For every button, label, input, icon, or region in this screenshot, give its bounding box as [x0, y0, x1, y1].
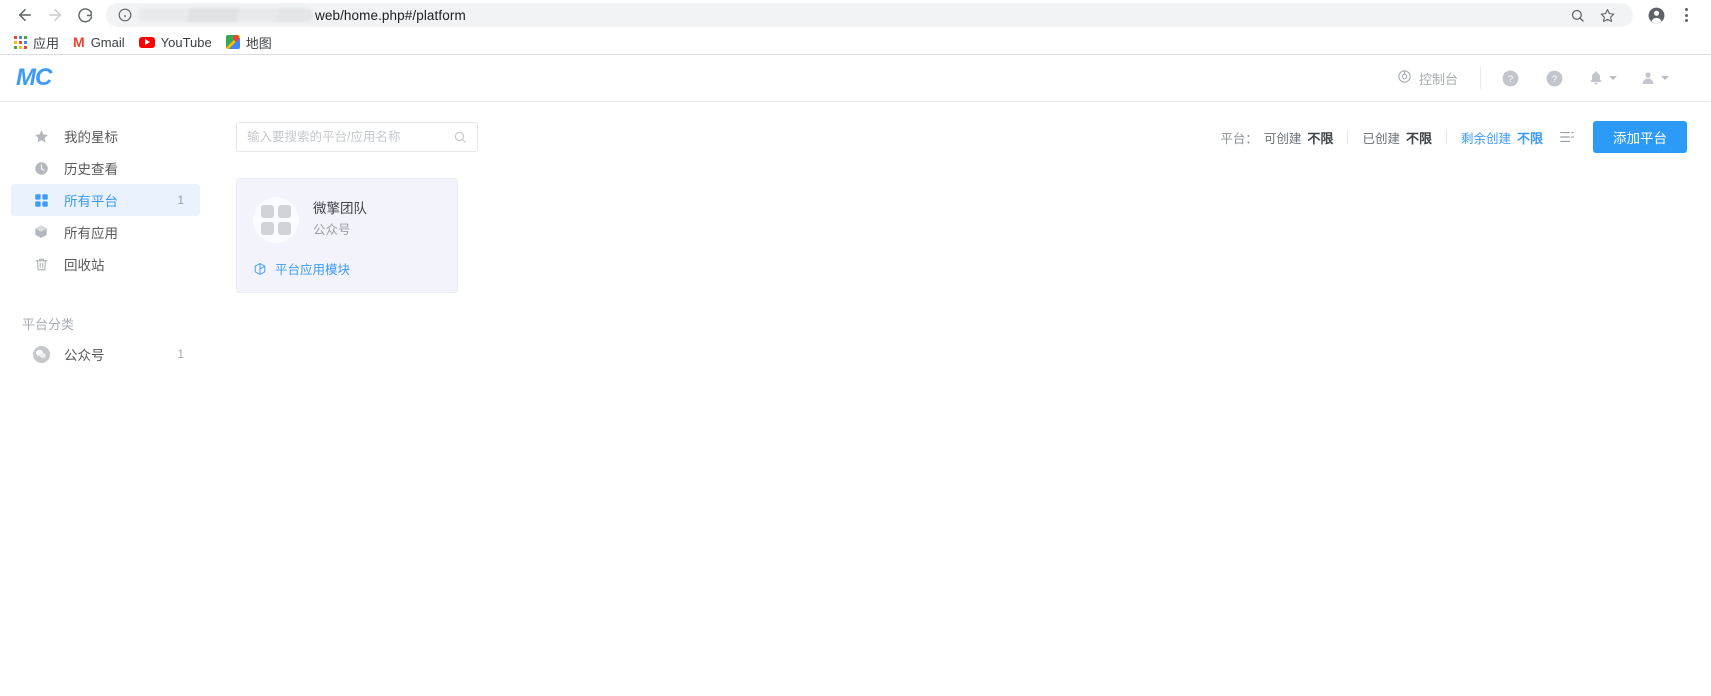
- page-info-icon[interactable]: [118, 8, 132, 22]
- gmail-icon: M: [73, 34, 85, 50]
- sidebar-item-count: 1: [177, 193, 184, 207]
- browser-nav-bar: web/home.php#/platform: [0, 0, 1711, 30]
- console-label: 控制台: [1418, 71, 1458, 87]
- bookmark-label: YouTube: [160, 34, 212, 50]
- sidebar-item-label: 我的星标: [64, 130, 118, 145]
- chevron-down-icon: [1608, 76, 1617, 80]
- sidebar-item-history[interactable]: 历史查看: [11, 152, 200, 184]
- browser-chrome: web/home.php#/platform 应用 M Gmail YouTub…: [0, 0, 1711, 55]
- bookmark-label: Gmail: [90, 34, 125, 50]
- bookmark-maps[interactable]: 地图: [220, 31, 280, 54]
- quota-value-created: 不限: [1405, 130, 1432, 146]
- platform-card-title: 微擎团队: [313, 201, 367, 216]
- sidebar-item-all-apps[interactable]: 所有应用: [11, 216, 200, 248]
- bookmark-label: 应用: [33, 35, 60, 51]
- address-bar[interactable]: web/home.php#/platform: [106, 3, 1633, 27]
- search-box[interactable]: [236, 122, 478, 152]
- quota-prefix: 平台：: [1220, 131, 1258, 146]
- quota-info: 平台： 可创建 不限 已创建 不限 剩余创建 不限: [1220, 128, 1543, 147]
- bookmark-label: 地图: [245, 35, 272, 51]
- bookmark-youtube[interactable]: YouTube: [133, 33, 220, 52]
- wechat-icon-wrap: [32, 345, 50, 363]
- url-text: web/home.php#/platform: [315, 7, 466, 23]
- star-icon[interactable]: [1593, 2, 1621, 28]
- trash-icon: [33, 256, 49, 272]
- platform-card-grid: 微擎团队 公众号 平台应用模块: [236, 154, 1687, 293]
- search-icon[interactable]: [1563, 2, 1591, 28]
- sidebar-category-label: 公众号: [64, 348, 105, 363]
- three-dot-menu-icon[interactable]: [1671, 2, 1701, 28]
- platform-modules-label: 平台应用模块: [275, 263, 351, 277]
- bookmark-apps[interactable]: 应用: [8, 31, 67, 54]
- help-circle-icon[interactable]: ?: [1491, 55, 1529, 102]
- sidebar-section-title: 平台分类: [22, 316, 75, 332]
- quota-value-creatable: 不限: [1307, 130, 1334, 146]
- cube-icon: [33, 224, 49, 240]
- sidebar-item-label: 回收站: [64, 258, 105, 273]
- main-toolbar: 平台： 可创建 不限 已创建 不限 剩余创建 不限 添加平台: [236, 120, 1687, 154]
- google-maps-icon: [225, 35, 240, 49]
- quota-divider: [1445, 130, 1447, 144]
- wechat-icon: [32, 345, 50, 363]
- sidebar-item-label: 所有应用: [64, 226, 118, 241]
- search-icon[interactable]: [453, 130, 467, 144]
- sidebar-category-wechat-official[interactable]: 公众号 1: [11, 338, 200, 370]
- add-platform-button[interactable]: 添加平台: [1593, 121, 1687, 153]
- youtube-icon: [138, 36, 155, 48]
- platform-modules-link[interactable]: 平台应用模块: [253, 259, 350, 278]
- grid-placeholder-icon: [253, 197, 299, 243]
- quota-value-remaining: 不限: [1516, 130, 1543, 146]
- app-logo[interactable]: MC: [12, 64, 52, 92]
- quota-name-creatable: 可创建: [1263, 131, 1302, 146]
- apps-grid-icon: [14, 35, 27, 49]
- quota-name-remaining[interactable]: 剩余创建: [1461, 128, 1511, 147]
- star-icon: [33, 128, 49, 144]
- svg-text:?: ?: [1507, 74, 1512, 85]
- platform-card[interactable]: 微擎团队 公众号 平台应用模块: [236, 178, 458, 293]
- platform-card-header: 微擎团队 公众号: [253, 197, 441, 243]
- target-icon: [1397, 69, 1412, 87]
- svg-text:?: ?: [1551, 74, 1556, 85]
- platform-card-subtitle: 公众号: [313, 223, 351, 237]
- header-actions: 控制台 ? ?: [1397, 55, 1687, 101]
- toolbar-right: 平台： 可创建 不限 已创建 不限 剩余创建 不限 添加平台: [1220, 121, 1687, 153]
- quota-name-created: 已创建: [1362, 131, 1400, 146]
- list-view-icon[interactable]: [1559, 130, 1575, 144]
- chevron-down-icon: [1660, 76, 1669, 80]
- sidebar: 我的星标 历史查看 所有平台 1 所有应用 回收站 平台分类 公众号 1: [0, 102, 212, 696]
- sidebar-item-label: 所有平台: [64, 194, 118, 209]
- sidebar-item-recycle-bin[interactable]: 回收站: [11, 248, 200, 280]
- reload-button[interactable]: [70, 2, 100, 28]
- back-button[interactable]: [10, 2, 40, 28]
- sidebar-item-all-platforms[interactable]: 所有平台 1: [11, 184, 200, 216]
- clock-icon: [33, 160, 49, 176]
- app-header: MC 控制台 ? ?: [0, 55, 1711, 102]
- bookmarks-bar: 应用 M Gmail YouTube 地图: [0, 30, 1711, 54]
- console-link[interactable]: 控制台: [1397, 69, 1480, 88]
- app-body: 我的星标 历史查看 所有平台 1 所有应用 回收站 平台分类 公众号 1 输入要…: [0, 102, 1711, 696]
- sidebar-item-my-stars[interactable]: 我的星标: [11, 120, 200, 152]
- grid-icon: [33, 192, 49, 208]
- bookmark-gmail[interactable]: M Gmail: [67, 33, 133, 52]
- main-content: 平台： 可创建 不限 已创建 不限 剩余创建 不限 添加平台: [212, 102, 1711, 696]
- question-circle-icon[interactable]: ?: [1535, 55, 1573, 102]
- bell-icon[interactable]: [1579, 55, 1625, 102]
- url-redacted-region: [138, 8, 313, 22]
- platform-card-meta: 微擎团队 公众号: [313, 197, 367, 241]
- quota-divider: [1347, 130, 1349, 144]
- sidebar-category-count: 1: [177, 347, 184, 361]
- cube-icon: [253, 262, 267, 276]
- user-icon[interactable]: [1631, 55, 1677, 102]
- profile-avatar-icon[interactable]: [1641, 2, 1671, 28]
- search-input[interactable]: [247, 130, 453, 144]
- sidebar-item-label: 历史查看: [64, 162, 118, 177]
- forward-button[interactable]: [40, 2, 70, 28]
